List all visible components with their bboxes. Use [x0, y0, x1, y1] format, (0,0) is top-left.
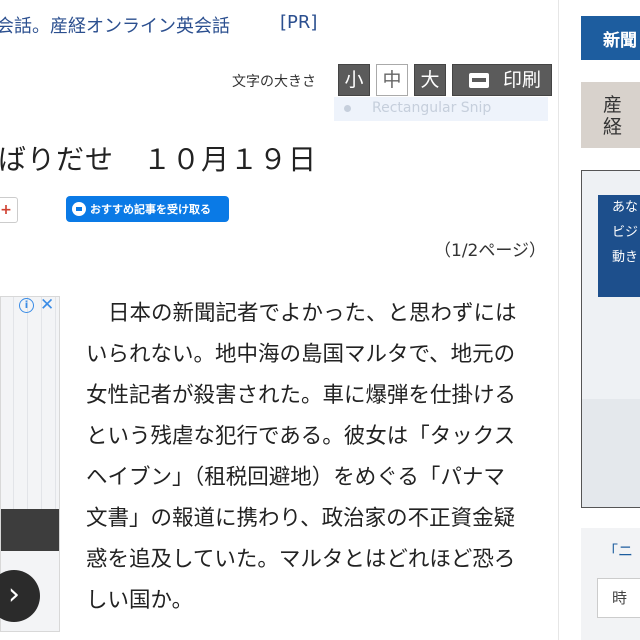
sidebar-box: 「ニ 時 [581, 528, 640, 640]
ad-image-band [1, 509, 59, 551]
body-line: 女性記者が殺害された。車に爆弾を仕掛ける [86, 383, 517, 408]
promo-link[interactable]: 会話。産経オンライン英会話 [0, 12, 230, 38]
sidebar-box-text: 時 [612, 589, 628, 607]
font-size-label: 文字の大きさ [232, 74, 316, 90]
ad-stripe [55, 297, 56, 509]
font-size-medium-button[interactable]: 中 [376, 64, 408, 96]
sidebar-thumbnail[interactable]: 産経 [581, 82, 640, 148]
sidebar-box-title[interactable]: 「ニ [603, 540, 633, 561]
ad-close-icon[interactable]: ✕ [40, 295, 54, 315]
snip-label: Rectangular Snip [372, 100, 492, 116]
body-line: 惑を追及していた。マルタとはどれほど恐ろ [86, 547, 516, 572]
sidebar-thumbnail-text: 産経 [603, 94, 623, 138]
sidebar-banner-image [582, 399, 640, 507]
article-title: ばりだせ １０月１９日 [0, 143, 318, 176]
sidebar-box-field[interactable]: 時 [597, 578, 640, 618]
body-line: という残虐な犯行である。彼女は「タックス [86, 424, 516, 449]
ad-stripe [13, 297, 14, 509]
recommend-label: おすすめ記事を受け取る [90, 203, 211, 216]
sidebar-banner-panel: あな ビジ 動き [598, 195, 640, 297]
banner-line: 動き [612, 250, 639, 265]
banner-line: ビジ [612, 225, 639, 240]
sidebar-divider [558, 0, 559, 640]
body-line: 日本の新聞記者でよかった、と思わずには [108, 301, 517, 326]
print-button[interactable]: 印刷 [452, 64, 552, 96]
body-line: しい国か。 [86, 588, 194, 613]
print-label: 印刷 [503, 69, 542, 91]
printer-icon [469, 73, 489, 88]
messenger-icon [72, 202, 86, 216]
pr-tag: [PR] [280, 12, 318, 33]
page-indicator: （1/2ページ） [434, 241, 547, 261]
ad-stripe [27, 297, 28, 509]
ad-stripe [41, 297, 42, 509]
font-size-large-button[interactable]: 大 [414, 64, 446, 96]
sidebar-header-link[interactable]: 新聞 [581, 16, 640, 60]
sidebar-header-label: 新聞 [603, 31, 637, 51]
font-size-small-button[interactable]: 小 [338, 64, 370, 96]
snip-bullet-icon [344, 105, 351, 112]
body-line: 文書」の報道に携わり、政治家の不正資金疑 [86, 506, 516, 531]
ad-info-icon[interactable]: i [19, 298, 34, 313]
body-line: ヘイブン」（租税回避地）をめぐる「パナマ [86, 465, 505, 490]
body-line: いられない。地中海の島国マルタで、地元の [86, 342, 516, 367]
rectangular-snip-tooltip: Rectangular Snip [334, 97, 548, 121]
share-plus-button[interactable]: + [0, 197, 18, 223]
sidebar-banner-ad[interactable]: あな ビジ 動き [581, 170, 640, 508]
banner-line: あな [612, 200, 639, 215]
article-body: 日本の新聞記者でよかった、と思わずには いられない。地中海の島国マルタで、地元の… [86, 296, 556, 624]
recommend-subscribe-button[interactable]: おすすめ記事を受け取る [66, 196, 229, 222]
